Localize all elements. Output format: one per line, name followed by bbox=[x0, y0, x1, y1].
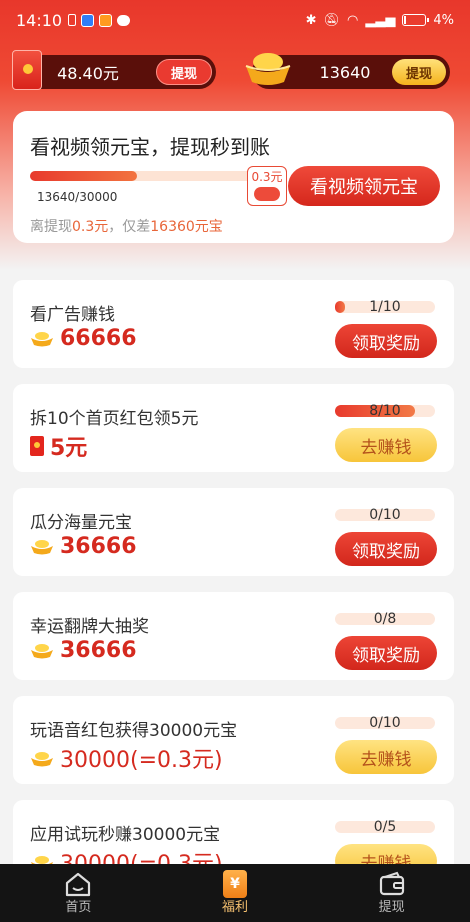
task-card: 拆10个首页红包领5元 5元 8/10 去赚钱 bbox=[13, 384, 454, 472]
task-card: 看广告赚钱 66666 1/10 领取奖励 bbox=[13, 280, 454, 368]
wifi-icon: ◠ bbox=[347, 12, 359, 28]
task-reward: 5元 bbox=[30, 430, 87, 462]
status-bar: 14:10 ✱ 🔕︎ ◠ ▂▃▅ 4% bbox=[0, 0, 470, 40]
task-progress-text: 0/8 bbox=[373, 611, 397, 627]
go-earn-button[interactable]: 去赚钱 bbox=[335, 428, 437, 462]
wallet-icon bbox=[377, 870, 407, 898]
video-progress-text: 13640/30000 bbox=[37, 190, 118, 204]
status-time: 14:10 bbox=[16, 10, 63, 30]
claim-reward-button[interactable]: 领取奖励 bbox=[335, 636, 437, 670]
coin-withdraw-button[interactable]: 提现 bbox=[391, 59, 446, 85]
task-title: 瓜分海量元宝 bbox=[30, 513, 132, 533]
battery-icon bbox=[402, 14, 430, 26]
nav-welfare-label: 福利 bbox=[221, 900, 248, 915]
ingot-icon bbox=[31, 540, 53, 555]
watch-video-button[interactable]: 看视频领元宝 bbox=[288, 166, 440, 206]
claim-reward-button[interactable]: 领取奖励 bbox=[335, 324, 437, 358]
task-reward: 36666 bbox=[30, 638, 137, 663]
nav-home[interactable]: 首页 bbox=[28, 870, 128, 916]
task-title: 幸运翻牌大抽奖 bbox=[30, 617, 149, 637]
video-progress-bar bbox=[30, 171, 266, 181]
claim-reward-button[interactable]: 领取奖励 bbox=[335, 532, 437, 566]
task-card: 瓜分海量元宝 36666 0/10 领取奖励 bbox=[13, 488, 454, 576]
task-reward: 36666 bbox=[30, 534, 137, 559]
battery-percent: 4% bbox=[433, 12, 454, 28]
nav-welfare[interactable]: ¥ 福利 bbox=[185, 870, 285, 916]
task-reward: 30000(=0.3元) bbox=[30, 742, 223, 774]
home-icon bbox=[63, 870, 93, 898]
cash-withdraw-button[interactable]: 提现 bbox=[155, 59, 212, 85]
task-progress-text: 0/5 bbox=[373, 819, 397, 835]
reward-value: 66666 bbox=[60, 326, 137, 351]
task-progress-text: 8/10 bbox=[369, 403, 401, 419]
sim-icon bbox=[68, 14, 77, 26]
withdraw-amount-badge: 0.3元 bbox=[247, 166, 287, 206]
task-progress-text: 0/10 bbox=[369, 507, 401, 523]
withdraw-note: 离提现0.3元，仅差16360元宝 bbox=[30, 219, 223, 235]
nav-withdraw[interactable]: 提现 bbox=[342, 870, 442, 916]
go-earn-button[interactable]: 去赚钱 bbox=[335, 740, 437, 774]
task-title: 拆10个首页红包领5元 bbox=[30, 409, 199, 429]
reward-value: 5元 bbox=[50, 436, 88, 461]
reward-value: 36666 bbox=[60, 534, 137, 559]
message-icon bbox=[117, 14, 131, 26]
coin-amount: 13640 bbox=[319, 62, 371, 82]
reward-value: 36666 bbox=[60, 638, 137, 663]
watch-video-card: 看视频领元宝，提现秒到账 13640/30000 0.3元 看视频领元宝 离提现… bbox=[13, 111, 454, 243]
red-envelope-icon bbox=[30, 436, 44, 456]
task-progress-text: 1/10 bbox=[369, 299, 401, 315]
red-envelope-icon bbox=[12, 50, 42, 90]
task-title: 看广告赚钱 bbox=[30, 305, 115, 325]
task-title: 应用试玩秒赚30000元宝 bbox=[30, 825, 221, 845]
nav-withdraw-label: 提现 bbox=[378, 900, 405, 915]
task-title: 玩语音红包获得30000元宝 bbox=[30, 721, 238, 741]
welfare-icon: ¥ bbox=[222, 870, 247, 898]
gold-ingot-icon bbox=[245, 53, 291, 85]
bottom-navigation: 首页 ¥ 福利 提现 bbox=[0, 864, 470, 922]
ingot-icon bbox=[31, 751, 53, 766]
badge-amount: 0.3元 bbox=[251, 170, 283, 184]
video-progress-fill bbox=[30, 171, 138, 181]
app-notification-icon bbox=[81, 13, 95, 27]
task-card: 玩语音红包获得30000元宝 30000(=0.3元) 0/10 去赚钱 bbox=[13, 696, 454, 784]
task-card: 幸运翻牌大抽奖 36666 0/8 领取奖励 bbox=[13, 592, 454, 680]
ingot-icon bbox=[31, 644, 53, 659]
mute-icon: 🔕︎ bbox=[323, 12, 341, 28]
task-reward: 66666 bbox=[30, 326, 137, 351]
cash-balance: 48.40元 提现 bbox=[20, 55, 216, 89]
signal-icon: ▂▃▅ bbox=[365, 12, 396, 28]
task-progress-text: 0/10 bbox=[369, 715, 401, 731]
download-notification-icon bbox=[99, 13, 113, 27]
bluetooth-icon: ✱ bbox=[305, 12, 317, 28]
ingot-icon bbox=[31, 332, 53, 347]
reward-value: 30000(=0.3元) bbox=[60, 748, 223, 773]
nav-home-label: 首页 bbox=[65, 900, 92, 915]
video-card-title: 看视频领元宝，提现秒到账 bbox=[30, 135, 270, 159]
wechat-icon bbox=[254, 187, 280, 201]
